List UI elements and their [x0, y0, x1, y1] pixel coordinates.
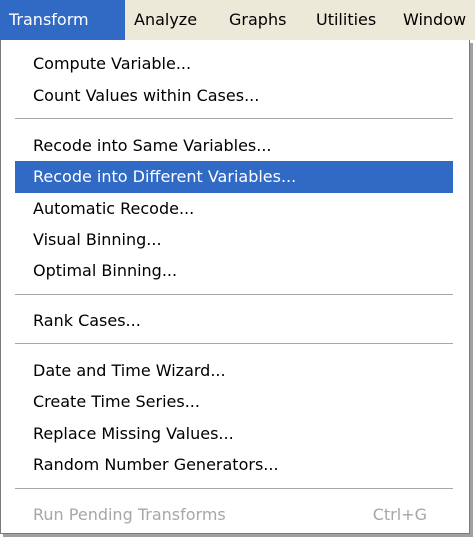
shortcut-label: Ctrl+G — [372, 505, 427, 524]
menu-item-compute-variable[interactable]: Compute Variable... — [15, 48, 453, 80]
menu-item-rank-cases[interactable]: Rank Cases... — [15, 305, 453, 337]
menu-item-automatic-recode[interactable]: Automatic Recode... — [15, 193, 453, 225]
menu-transform[interactable]: Transform — [0, 0, 125, 40]
menu-utilities[interactable]: Utilities — [307, 0, 394, 40]
menu-item-date-time-wizard[interactable]: Date and Time Wizard... — [15, 355, 453, 387]
menu-item-recode-different[interactable]: Recode into Different Variables... — [15, 161, 453, 193]
menu-separator — [15, 118, 453, 120]
menu-separator — [15, 294, 453, 296]
menu-separator — [15, 343, 453, 345]
menu-item-create-time-series[interactable]: Create Time Series... — [15, 386, 453, 418]
menu-item-recode-same[interactable]: Recode into Same Variables... — [15, 130, 453, 162]
menu-item-random-number-generators[interactable]: Random Number Generators... — [15, 449, 453, 481]
menu-window[interactable]: Window — [394, 0, 475, 40]
transform-dropdown-menu: Compute Variable... Count Values within … — [0, 40, 470, 534]
menu-graphs[interactable]: Graphs — [220, 0, 307, 40]
menu-item-replace-missing-values[interactable]: Replace Missing Values... — [15, 418, 453, 450]
menu-item-visual-binning[interactable]: Visual Binning... — [15, 224, 453, 256]
menu-item-optimal-binning[interactable]: Optimal Binning... — [15, 255, 453, 287]
menu-item-label: Run Pending Transforms — [33, 505, 226, 524]
menu-bar: Transform Analyze Graphs Utilities Windo… — [0, 0, 475, 40]
menu-analyze[interactable]: Analyze — [125, 0, 220, 40]
menu-separator — [15, 488, 453, 490]
menu-item-run-pending-transforms[interactable]: Run Pending Transforms Ctrl+G — [15, 499, 453, 531]
menu-item-count-values[interactable]: Count Values within Cases... — [15, 80, 453, 112]
